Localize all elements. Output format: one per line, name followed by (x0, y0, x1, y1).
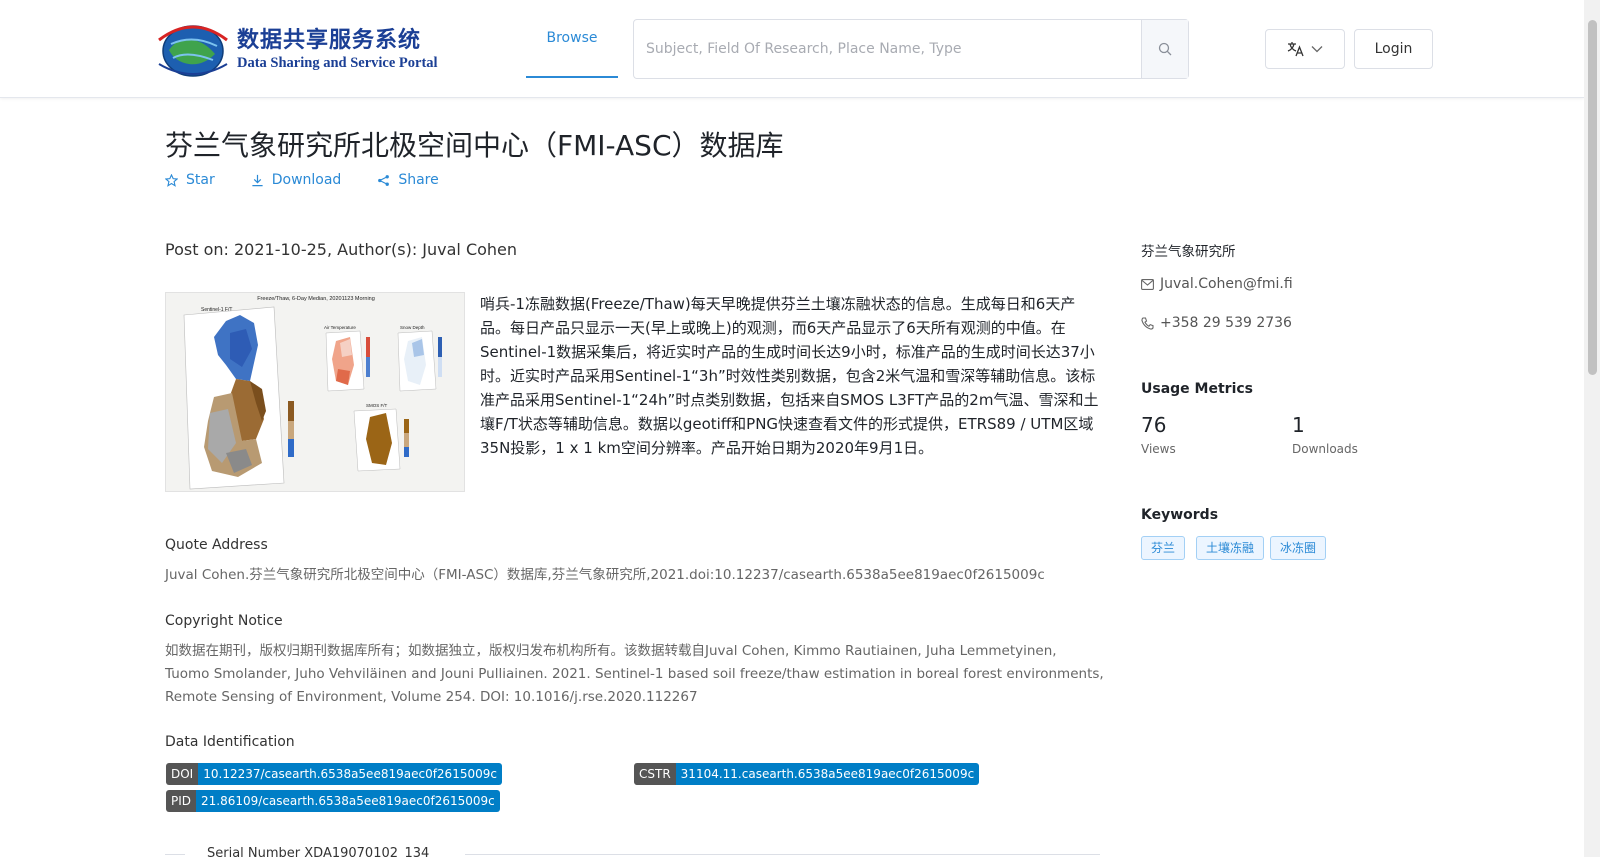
mail-icon (1141, 278, 1154, 290)
quote-text: Juval Cohen.芬兰气象研究所北极空间中心（FMI-ASC）数据库,芬兰… (165, 567, 1045, 583)
globe-logo-icon (158, 25, 228, 77)
search-bar (633, 19, 1189, 79)
dataset-description: 哨兵-1冻融数据(Freeze/Thaw)每天早晚提供芬兰土壤冻融状态的信息。生… (480, 295, 1099, 457)
contact-phone: +358 29 539 2736 (1141, 315, 1292, 331)
star-button[interactable]: Star (165, 172, 215, 188)
login-button[interactable]: Login (1354, 29, 1433, 69)
download-icon (252, 174, 263, 186)
downloads-metric: 1 Downloads (1292, 412, 1358, 456)
keyword-tag[interactable]: 冰冻圈 (1270, 536, 1327, 560)
pid-badge[interactable]: PID 21.86109/casearth.6538a5ee819aec0f26… (166, 790, 500, 812)
pid-tag: PID (166, 790, 197, 812)
preview-label-snow: Snow Depth (400, 325, 425, 330)
search-input[interactable] (634, 20, 1141, 78)
copyright-heading: Copyright Notice (165, 613, 283, 629)
copyright-text: 如数据在期刊，版权归期刊数据库所有；如数据独立，版权归发布机构所有。该数据转载自… (165, 643, 1104, 705)
downloads-count: 1 (1292, 413, 1305, 437)
doi-value: 10.12237/casearth.6538a5ee819aec0f261500… (198, 763, 502, 785)
post-info: Post on: 2021-10-25, Author(s): Juval Co… (165, 240, 518, 259)
download-label: Download (271, 172, 342, 188)
page-title: 芬兰气象研究所北极空间中心（FMI-ASC）数据库 (165, 129, 784, 162)
preview-map: Freeze/Thaw, 6-Day Median, 20201123 Morn… (166, 293, 464, 491)
doi-tag: DOI (166, 763, 199, 785)
translate-icon (1287, 42, 1304, 57)
preview-label-smos: SMOS F/T (366, 403, 388, 408)
views-count: 76 (1141, 413, 1167, 437)
organization-name: 芬兰气象研究所 (1141, 244, 1236, 260)
quote-heading: Quote Address (165, 537, 268, 553)
share-icon (378, 174, 390, 186)
dataset-preview-image[interactable]: Freeze/Thaw, 6-Day Median, 20201123 Morn… (165, 292, 465, 492)
cstr-tag: CSTR (634, 763, 676, 785)
phone-text: +358 29 539 2736 (1160, 315, 1292, 331)
cstr-value: 31104.11.casearth.6538a5ee819aec0f261500… (675, 763, 980, 785)
star-label: Star (186, 172, 215, 188)
divider-line-left (165, 854, 185, 855)
download-button[interactable]: Download (251, 172, 342, 188)
nav-browse-tab[interactable]: Browse (526, 0, 618, 78)
divider-line-right (465, 854, 1100, 855)
views-label: Views (1141, 442, 1176, 456)
keyword-tag[interactable]: 土壤冻融 (1196, 536, 1265, 560)
usage-metrics-heading: Usage Metrics (1141, 381, 1253, 397)
search-icon (1158, 42, 1172, 56)
views-metric: 76 Views (1141, 412, 1176, 456)
serial-number-divider: Serial Number XDA19070102_134 (165, 846, 1100, 857)
star-icon (165, 173, 178, 187)
keyword-tag[interactable]: 芬兰 (1141, 536, 1186, 560)
keywords-heading: Keywords (1141, 507, 1219, 523)
logo-title-en: Data Sharing and Service Portal (237, 55, 438, 71)
identification-heading: Data Identification (165, 734, 295, 750)
preview-title: Freeze/Thaw, 6-Day Median, 20201123 Morn… (257, 296, 375, 302)
serial-number: Serial Number XDA19070102_134 (203, 846, 434, 857)
page-scrollbar[interactable] (1584, 0, 1600, 857)
pid-value: 21.86109/casearth.6538a5ee819aec0f261500… (196, 790, 500, 812)
cstr-badge[interactable]: CSTR 31104.11.casearth.6538a5ee819aec0f2… (634, 763, 980, 785)
phone-icon (1141, 316, 1154, 330)
share-label: Share (398, 172, 439, 188)
doi-badge[interactable]: DOI 10.12237/casearth.6538a5ee819aec0f26… (166, 763, 502, 785)
contact-email[interactable]: Juval.Cohen@fmi.fi (1141, 276, 1293, 292)
chevron-down-icon (1311, 46, 1323, 53)
language-switcher[interactable] (1265, 29, 1345, 69)
scrollbar-thumb[interactable] (1588, 20, 1597, 375)
preview-label-air: Air Temperature (324, 325, 356, 330)
downloads-label: Downloads (1292, 442, 1358, 456)
site-logo[interactable]: 数据共享服务系统 Data Sharing and Service Portal (153, 20, 438, 78)
email-text: Juval.Cohen@fmi.fi (1160, 276, 1293, 292)
dataset-actions: Star Download Share (165, 172, 439, 188)
top-header: 数据共享服务系统 Data Sharing and Service Portal… (0, 0, 1584, 98)
search-button[interactable] (1141, 20, 1188, 78)
logo-title-cn: 数据共享服务系统 (237, 27, 422, 53)
share-button[interactable]: Share (377, 172, 439, 188)
